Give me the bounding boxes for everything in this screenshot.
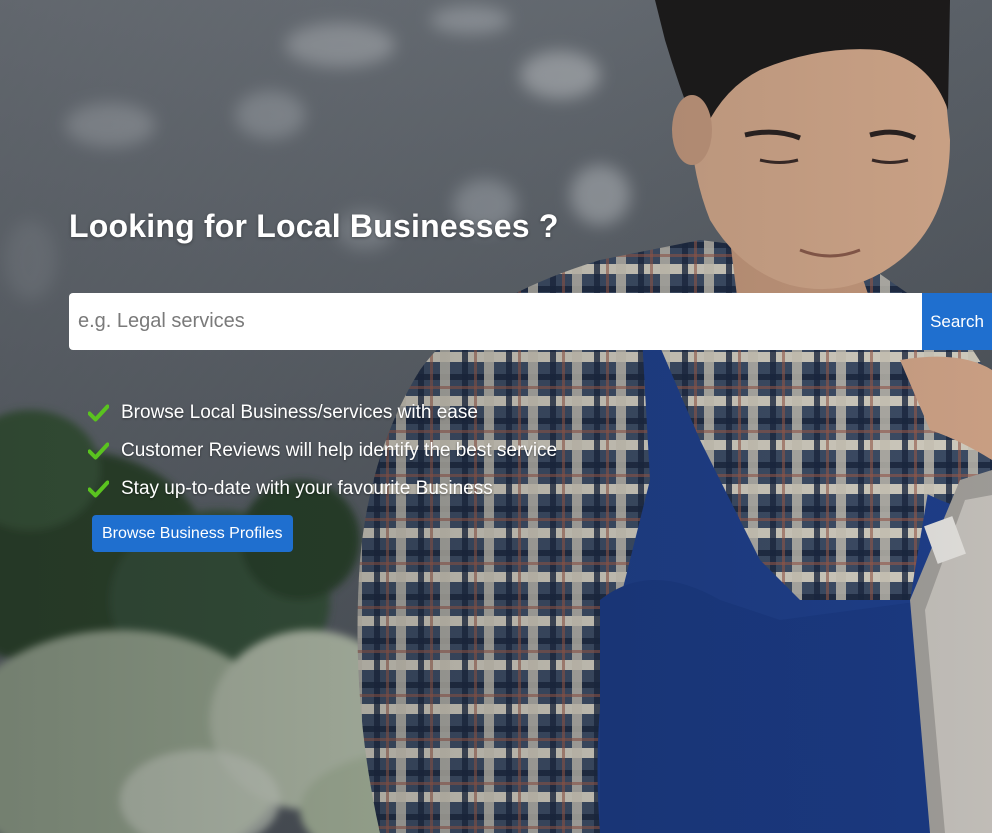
list-item: Stay up-to-date with your favourite Busi… <box>88 470 557 508</box>
feature-label: Customer Reviews will help identify the … <box>121 440 558 461</box>
search-form: Search <box>69 293 992 350</box>
list-item: Browse Local Business/services with ease <box>88 394 557 432</box>
hero-content: Looking for Local Businesses ? Search Br… <box>0 0 992 833</box>
check-icon <box>88 480 109 498</box>
hero-section: Looking for Local Businesses ? Search Br… <box>0 0 992 833</box>
browse-business-profiles-button[interactable]: Browse Business Profiles <box>92 515 293 552</box>
check-icon <box>88 442 109 460</box>
list-item: Customer Reviews will help identify the … <box>88 432 557 470</box>
search-button[interactable]: Search <box>922 293 992 350</box>
search-input[interactable] <box>69 293 922 350</box>
feature-label: Browse Local Business/services with ease <box>121 402 478 423</box>
page-title: Looking for Local Businesses ? <box>69 208 559 244</box>
features-list: Browse Local Business/services with ease… <box>88 394 557 508</box>
feature-label: Stay up-to-date with your favourite Busi… <box>121 478 493 499</box>
check-icon <box>88 404 109 422</box>
